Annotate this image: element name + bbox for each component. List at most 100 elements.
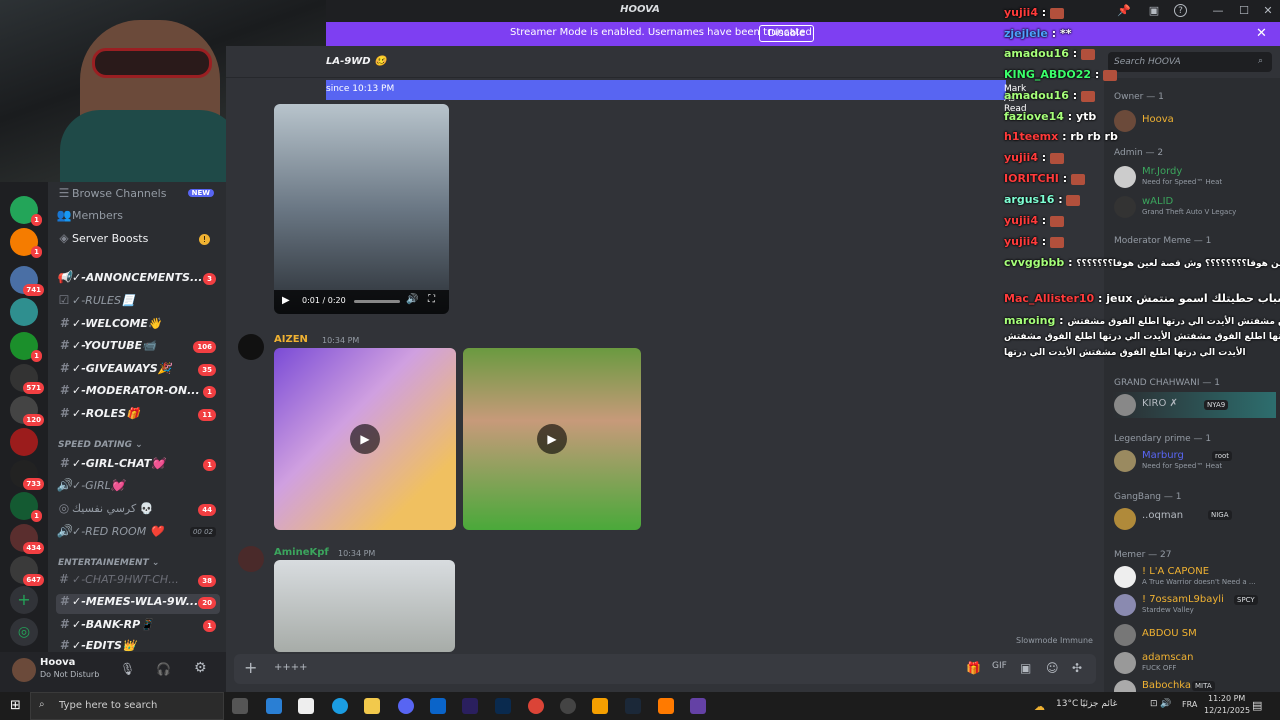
channel-welcome[interactable]: # ✓-WELCOME👋 [56,316,220,336]
username: Hoova [40,657,76,668]
chrome-icon[interactable] [528,698,544,714]
channel-bank-rp[interactable]: # ✓-BANK-RP📱 1 [56,617,220,637]
channel-announcements[interactable]: 📢✓-ANNONCEMENTS... 3 [56,270,220,290]
outlook-icon[interactable] [430,698,446,714]
member-item[interactable]: KIRO ✗ NYA9 [1112,392,1276,418]
channel-chat[interactable]: # ✓-CHAT-9HWT-CH... 38 [56,572,220,592]
server-boosts-item[interactable]: ◈ Server Boosts! [56,231,220,251]
server-icon[interactable]: 733 [10,460,44,490]
video-attachment-1[interactable]: ▶ 0:01 / 0:20 🔊 ⛶ [274,104,449,314]
settings-gear-icon[interactable]: ⚙ [194,660,207,676]
windows-start-icon[interactable]: ⊞ [10,698,21,713]
overlay-username: faziove14 [1004,110,1064,123]
premiere-icon[interactable] [462,698,478,714]
server-icon[interactable]: 1 [10,332,42,362]
member-item[interactable]: ! 7ossamL9bayli Stardew Valley SPCY [1112,592,1276,618]
channel-edits[interactable]: # ✓-EDITS👑 [56,638,220,652]
edge-icon[interactable] [332,698,348,714]
add-attachment-icon[interactable]: + [244,658,257,677]
video-attachment-2[interactable]: ▶ [274,348,456,530]
message-input[interactable]: ++++ [274,662,308,673]
server-icon[interactable]: 571 [10,364,44,394]
overlay-chat-line: amadou16 : [1004,47,1095,60]
avatar[interactable] [238,334,264,360]
play-icon[interactable]: ▶ [537,424,567,454]
channel-rules[interactable]: ☑ ✓-RULES📃 [56,293,220,313]
member-item[interactable]: ABDOU SM [1112,622,1276,648]
fullscreen-icon[interactable]: ⛶ [428,294,435,305]
server-icon[interactable]: 434 [10,524,44,554]
disable-streamer-mode-button[interactable]: Disable [759,25,815,42]
taskbar-search[interactable]: ⌕ Type here to search [30,692,224,720]
server-icon[interactable]: 647 [10,556,44,586]
member-item[interactable]: Marburg Need for Speed™ Heat root [1112,448,1276,474]
server-icon[interactable]: 1 [10,492,42,522]
add-server-icon[interactable]: + [10,586,38,614]
play-icon[interactable]: ▶ [282,295,290,306]
server-icon[interactable]: 741 [10,266,44,296]
emote-icon [1103,69,1118,81]
app-icon[interactable] [592,698,608,714]
members-item[interactable]: 👥Members [56,208,220,228]
language-indicator[interactable]: FRA [1182,700,1197,709]
sticker-icon[interactable]: ▣ [1020,661,1031,675]
server-icon[interactable] [10,428,38,456]
voice-channel-red-room[interactable]: 🔊✓-RED ROOM ❤️ 00 02 [56,524,220,544]
member-item[interactable]: ! L'A CAPONE A True Warrior doesn't Need … [1112,564,1276,590]
channel-moderator[interactable]: # ✓-MODERATOR-ON... 1 [56,383,220,403]
server-icon[interactable]: 1 [10,228,42,258]
channel-roles[interactable]: # ✓-ROLES🎁 11 [56,406,220,426]
message-author[interactable]: AmineKpf [274,547,329,558]
steam-icon[interactable] [625,698,641,714]
channel-youtube[interactable]: # ✓-YOUTUBE📹 106 [56,338,220,358]
boost-icon: ◈ [59,231,69,245]
file-icon[interactable] [298,698,314,714]
server-icon[interactable]: 1 [10,196,42,226]
channel-memes-selected[interactable]: # ✓-MEMES-WLA-9W... 20 [56,594,220,614]
server-icon[interactable]: 120 [10,396,44,426]
avatar[interactable] [238,546,264,572]
gif-icon[interactable]: GIF [992,661,1007,671]
member-item[interactable]: Babochka MITA [1112,678,1276,692]
overlay-username: amadou16 [1004,89,1069,102]
volume-icon[interactable]: 🔊 [406,294,418,305]
twitch-icon[interactable] [690,698,706,714]
gift-icon[interactable]: 🎁 [966,661,981,675]
headphones-icon[interactable]: 🎧 [156,662,171,676]
network-icon[interactable]: ⊡ 🔊 [1150,699,1172,709]
clock-date[interactable]: 12/21/2025 [1204,706,1250,715]
voice-channel-girl[interactable]: 🔊✓-GIRL💓 [56,478,220,498]
boost-warning-icon: ! [199,234,210,245]
new-messages-bar[interactable]: since 10:13 PM Mark As Read [326,80,1027,114]
app-icon[interactable] [658,698,674,714]
play-icon[interactable]: ▶ [350,424,380,454]
emote-icon [1066,194,1081,206]
emoji-icon[interactable]: ☺ [1046,661,1059,675]
obs-icon[interactable] [560,698,576,714]
member-item[interactable]: ..oqman NIGA [1112,506,1276,532]
task-view-icon[interactable] [232,698,248,714]
channel-giveaways[interactable]: # ✓-GIVEAWAYS🎉 35 [56,361,220,381]
discord-icon[interactable] [398,698,414,714]
voice-channel-chair[interactable]: ◎ كرسي نفسيك 💀 44 [56,501,220,521]
channel-girl-chat[interactable]: # ✓-GIRL-CHAT💓 1 [56,456,220,476]
notifications-icon[interactable]: ▤ [1252,699,1262,712]
category-entertainment[interactable]: ENTERTAINEMENT ⌄ [58,558,159,568]
discover-icon[interactable]: ◎ [10,618,38,646]
file-explorer-icon[interactable] [364,698,380,714]
message-author[interactable]: AIZEN [274,334,308,345]
category-speed-dating[interactable]: SPEED DATING ⌄ [58,440,143,450]
video-progress-bar[interactable] [354,300,400,303]
member-item[interactable]: adamscan FUCK OFF [1112,650,1276,676]
clock-time[interactable]: 11:20 PM [1208,694,1245,703]
apps-icon[interactable]: ✣ [1072,661,1082,675]
video-attachment-4[interactable] [274,560,455,652]
microphone-icon[interactable]: 🎙 [120,662,135,676]
browse-channels-item[interactable]: ☰ Browse Channels NEW [56,186,220,206]
video-attachment-3[interactable]: ▶ [463,348,641,530]
server-icon[interactable] [10,298,38,326]
store-icon[interactable] [266,698,282,714]
photoshop-icon[interactable] [495,698,511,714]
avatar[interactable] [12,658,36,682]
message-composer[interactable]: + ++++ 🎁 GIF ▣ ☺ ✣ [234,654,1096,684]
